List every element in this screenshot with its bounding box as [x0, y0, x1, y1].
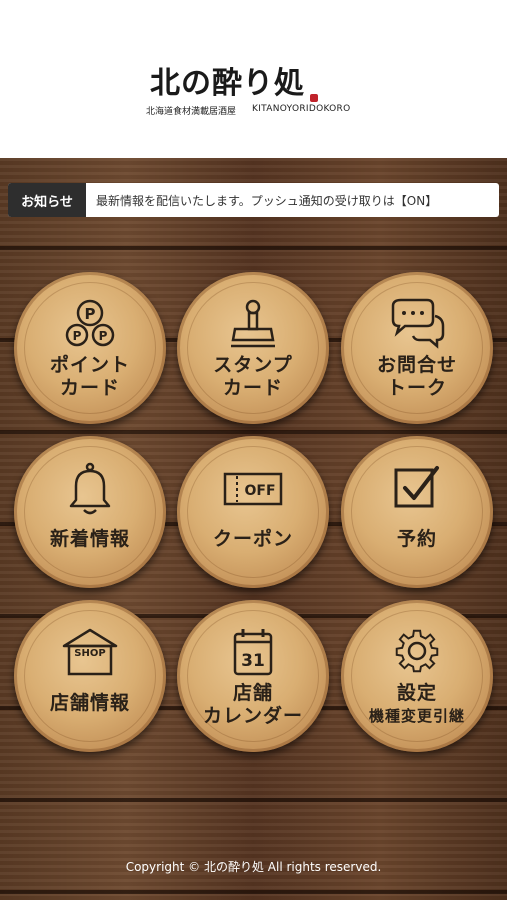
svg-text:P: P: [99, 329, 108, 343]
inquiry-label-line1: お問合せ: [376, 354, 457, 376]
notice-ticker[interactable]: お知らせ 最新情報を配信いたします。プッシュ通知の受け取りは【ON】: [8, 183, 499, 217]
shop-info-button[interactable]: SHOP 店舗情報: [14, 600, 166, 752]
calendar-label-line2: カレンダー: [202, 705, 303, 727]
brand-logo: 北の酔り処 北海道食材満載居酒屋 KITANOYORIDOKORO: [140, 66, 355, 122]
checkbox-icon: [394, 466, 439, 508]
point-card-label-line2: カード: [59, 377, 120, 399]
gear-icon: [395, 629, 439, 673]
news-button[interactable]: 新着情報: [14, 436, 166, 588]
stamp-card-label-line2: カード: [222, 377, 283, 399]
calendar-day-text: 31: [241, 651, 265, 671]
stamp-card-label-line1: スタンプ: [213, 354, 293, 376]
notice-text: 最新情報を配信いたします。プッシュ通知の受け取りは【ON】: [96, 193, 438, 208]
logo-subtitle-jp: 北海道食材満載居酒屋: [146, 107, 237, 117]
coupon-label: クーポン: [212, 528, 293, 550]
shop-info-label: 店舗情報: [49, 692, 130, 714]
settings-label-line1: 設定: [396, 682, 437, 704]
svg-text:P: P: [85, 305, 96, 323]
news-label: 新着情報: [49, 528, 130, 550]
notice-label: お知らせ: [8, 183, 86, 217]
inquiry-label-line2: トーク: [386, 377, 447, 399]
point-coins-icon: P P P: [65, 299, 115, 347]
stamp-card-button[interactable]: スタンプ カード: [177, 272, 329, 424]
settings-button[interactable]: 設定 機種変更引継: [341, 600, 493, 752]
stamp-card-label: スタンプ カード: [177, 354, 329, 400]
svg-text:P: P: [73, 329, 82, 343]
point-card-label: ポイント カード: [14, 354, 166, 400]
reservation-label: 予約: [396, 528, 437, 550]
settings-label: 設定 機種変更引継: [341, 682, 493, 728]
inquiry-talk-button[interactable]: お問合せ トーク: [341, 272, 493, 424]
app-header: 北の酔り処 北海道食材満載居酒屋 KITANOYORIDOKORO: [0, 0, 507, 158]
logo-title: 北の酔り処: [150, 66, 305, 101]
calendar-label-line1: 店舗: [232, 682, 273, 704]
settings-label-line2: 機種変更引継: [368, 707, 465, 725]
shop-icon-text: SHOP: [74, 648, 105, 659]
coupon-off-text: OFF: [244, 483, 275, 499]
shop-icon: SHOP: [62, 628, 118, 676]
coupon-off-icon: OFF: [223, 472, 283, 506]
reservation-button[interactable]: 予約: [341, 436, 493, 588]
calendar-label: 店舗 カレンダー: [177, 682, 329, 728]
inquiry-talk-label: お問合せ トーク: [341, 354, 493, 400]
coupon-button[interactable]: OFF クーポン: [177, 436, 329, 588]
logo-seal-icon: [310, 94, 318, 102]
bell-icon: [69, 462, 111, 515]
point-card-button[interactable]: P P P ポイント カード: [14, 272, 166, 424]
logo-subtitle-en: KITANOYORIDOKORO: [252, 104, 351, 114]
calendar-button[interactable]: 31 店舗 カレンダー: [177, 600, 329, 752]
chat-bubbles-icon: [391, 298, 445, 349]
point-card-label-line1: ポイント: [49, 354, 130, 376]
calendar-icon: 31: [233, 629, 273, 676]
stamp-icon: [231, 299, 275, 348]
copyright-footer: Copyright © 北の酔り処 All rights reserved.: [125, 860, 382, 874]
